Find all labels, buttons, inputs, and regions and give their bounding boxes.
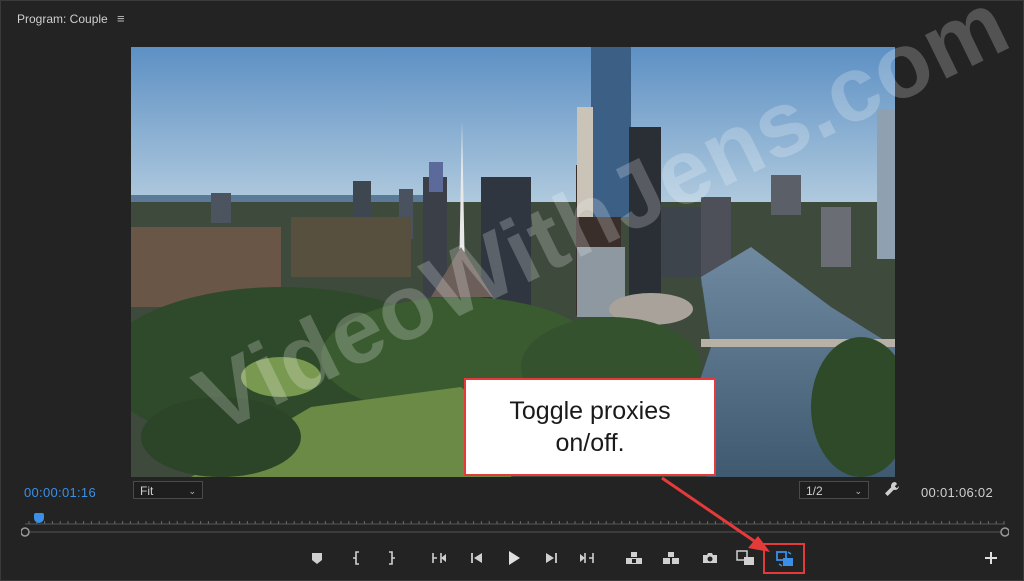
program-monitor-panel: Program: Couple ≡ 00:00:01:16 Fit ⌄ 1/2 … [0,0,1024,581]
comparison-view-button[interactable] [733,545,759,571]
settings-wrench-icon[interactable] [882,479,902,499]
transport-controls [1,545,1023,571]
extract-button[interactable] [658,545,684,571]
playback-resolution-select[interactable]: 1/2 ⌄ [799,481,869,499]
playback-resolution-value: 1/2 [806,484,823,498]
chevron-down-icon: ⌄ [854,486,862,496]
step-forward-button[interactable] [538,545,564,571]
time-ruler[interactable] [21,515,1009,539]
playhead-marker[interactable] [34,513,44,523]
callout-line-2: on/off. [555,429,625,457]
button-editor-button[interactable] [978,545,1004,571]
plus-icon [985,552,997,564]
step-back-button[interactable] [464,545,490,571]
panel-title[interactable]: Program: Couple [17,12,108,26]
chevron-down-icon: ⌄ [188,486,196,496]
add-marker-button[interactable] [304,545,330,571]
panel-header: Program: Couple ≡ [1,1,1023,35]
go-to-in-button[interactable] [426,545,452,571]
lift-icon [626,552,642,564]
hamburger-menu-icon[interactable]: ≡ [117,11,125,26]
mark-out-icon [389,551,395,565]
lift-button[interactable] [621,545,647,571]
duration-timecode: 00:01:06:02 [921,485,993,500]
play-button[interactable] [501,545,527,571]
mark-out-button[interactable] [378,545,404,571]
mark-in-button[interactable] [344,545,370,571]
go-to-out-icon [580,553,594,563]
comparison-view-icon [736,550,754,565]
export-frame-button[interactable] [697,545,723,571]
zoom-level-select[interactable]: Fit ⌄ [133,481,203,499]
mark-in-icon [353,551,359,565]
play-icon [509,551,520,565]
callout-line-1: Toggle proxies [509,397,671,425]
toggle-proxies-highlight [763,543,805,574]
step-forward-icon [546,553,557,563]
go-to-out-button[interactable] [574,545,600,571]
current-timecode[interactable]: 00:00:01:16 [24,485,96,500]
extract-icon [663,552,679,564]
go-to-in-icon [432,553,446,563]
zoom-level-value: Fit [140,484,154,498]
callout-box: Toggle proxies on/off. [464,378,716,476]
camera-icon [703,553,717,563]
step-back-icon [471,553,482,563]
marker-icon [312,553,322,564]
